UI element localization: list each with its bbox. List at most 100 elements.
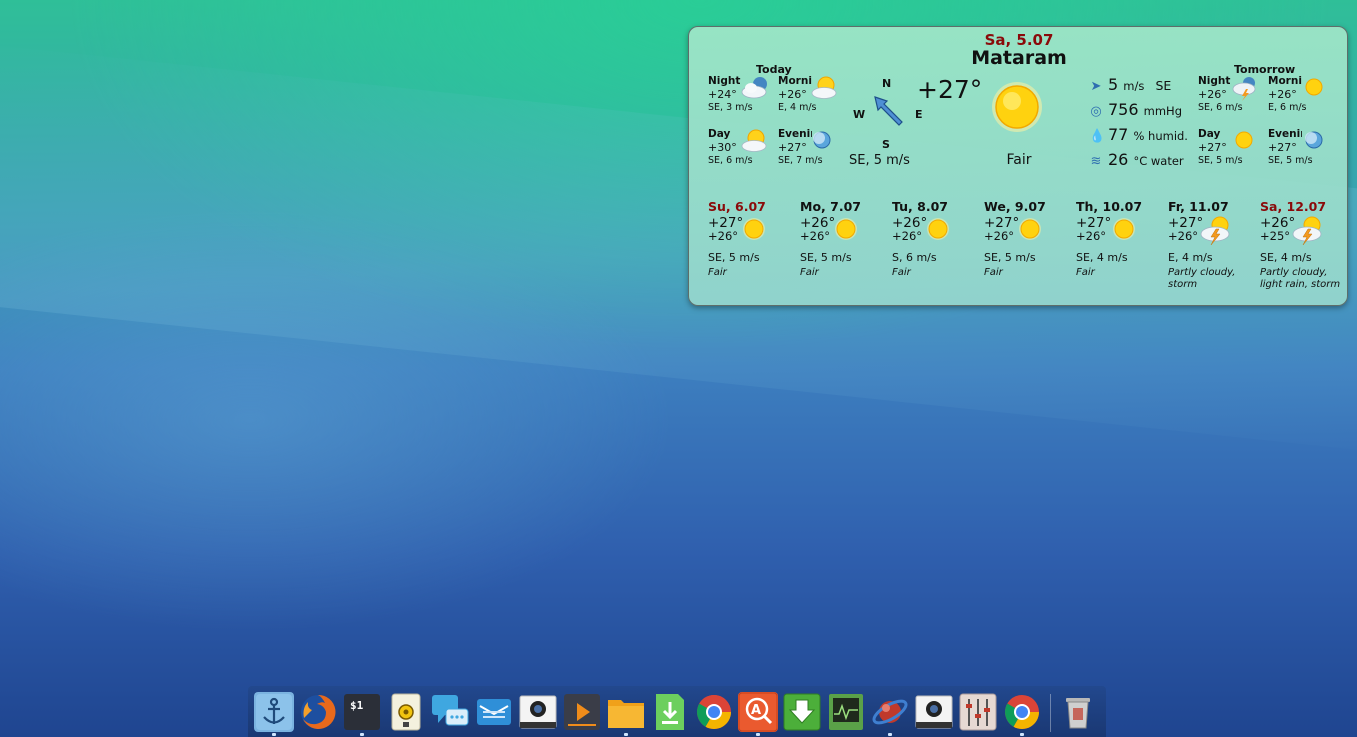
water-value: 26 bbox=[1108, 150, 1129, 169]
svg-text:A: A bbox=[751, 703, 761, 718]
system-monitor-icon[interactable] bbox=[826, 692, 866, 732]
forecast-condition: Fair bbox=[984, 267, 1003, 278]
storm-sun-icon bbox=[1290, 215, 1326, 248]
part-wind: E, 6 m/s bbox=[1268, 102, 1307, 113]
chrome-icon[interactable] bbox=[1002, 692, 1042, 732]
today-evening: Evening +27° SE, 7 m/s bbox=[778, 128, 840, 167]
forecast-condition: Fair bbox=[708, 267, 727, 278]
wind-direction: SE bbox=[1155, 78, 1172, 93]
files-icon[interactable] bbox=[606, 692, 646, 732]
sun-icon bbox=[1112, 217, 1136, 244]
forecast-day: Su, 6.07 +27° +26° SE, 5 m/s Fair bbox=[708, 199, 800, 279]
anchor-icon[interactable] bbox=[254, 692, 294, 732]
browser-orbit-icon[interactable] bbox=[870, 692, 910, 732]
tomorrow-morning: Morning +26° E, 6 m/s bbox=[1268, 75, 1330, 114]
pressure-value: 756 bbox=[1108, 100, 1139, 119]
part-name: Morning bbox=[778, 75, 812, 87]
forecast-day: Tu, 8.07 +26° +26° S, 6 m/s Fair bbox=[892, 199, 984, 279]
mixer-icon[interactable] bbox=[958, 692, 998, 732]
forecast-day: We, 9.07 +27° +26° SE, 5 m/s Fair bbox=[984, 199, 1076, 279]
sun-icon bbox=[834, 217, 858, 244]
sun-icon bbox=[989, 79, 1045, 139]
forecast-wind: SE, 4 m/s bbox=[1260, 251, 1312, 264]
water-waves-icon: ≋ bbox=[1090, 154, 1102, 169]
current-condition: Fair bbox=[1006, 152, 1032, 168]
camera-icon[interactable] bbox=[914, 692, 954, 732]
part-name: Evening bbox=[778, 128, 812, 140]
water-unit: °C water bbox=[1133, 154, 1184, 168]
download-icon[interactable] bbox=[782, 692, 822, 732]
wind-direction-icon: ➤ bbox=[1090, 79, 1102, 94]
running-indicator bbox=[888, 733, 892, 736]
tomorrow-evening: Evening +27° SE, 5 m/s bbox=[1268, 128, 1330, 167]
part-wind: SE, 5 m/s bbox=[1198, 155, 1243, 166]
wind-speed: 5 bbox=[1108, 75, 1119, 94]
firefox-icon[interactable] bbox=[298, 692, 338, 732]
forecast-day-name: Fr, 11.07 bbox=[1168, 199, 1229, 214]
part-wind: SE, 7 m/s bbox=[778, 155, 823, 166]
part-wind: SE, 5 m/s bbox=[1268, 155, 1313, 166]
sun-icon bbox=[1018, 217, 1042, 244]
today-morning: Morning +26° E, 4 m/s bbox=[778, 75, 840, 114]
humidity-stat: 💧 77 % humid. bbox=[1089, 125, 1188, 144]
mail-icon[interactable] bbox=[474, 692, 514, 732]
trash-icon[interactable] bbox=[1058, 692, 1098, 732]
current-temperature: +27° bbox=[917, 75, 983, 104]
forecast-day-name: Tu, 8.07 bbox=[892, 199, 948, 214]
sun-icon bbox=[1304, 77, 1324, 101]
part-temp: +27° bbox=[1198, 141, 1227, 154]
forecast-condition: Fair bbox=[892, 267, 911, 278]
widget-city: Mataram bbox=[971, 47, 1067, 69]
forecast-day-name: Sa, 12.07 bbox=[1260, 199, 1327, 214]
forecast-condition: Fair bbox=[800, 267, 819, 278]
running-indicator bbox=[624, 733, 628, 736]
humidity-value: 77 bbox=[1108, 125, 1129, 144]
forecast-day-name: Th, 10.07 bbox=[1076, 199, 1143, 214]
humidity-unit: % humid. bbox=[1133, 129, 1188, 143]
terminal-icon[interactable]: $1 bbox=[342, 692, 382, 732]
water-stat: ≋ 26 °C water bbox=[1089, 150, 1184, 169]
humidity-drop-icon: 💧 bbox=[1089, 129, 1106, 144]
part-name: Morning bbox=[1268, 75, 1302, 87]
partly-cloudy-icon bbox=[810, 75, 840, 105]
media-center-icon[interactable] bbox=[562, 692, 602, 732]
forecast-condition: Partly cloudy, light rain, storm bbox=[1260, 267, 1341, 290]
forecast-wind: SE, 5 m/s bbox=[984, 251, 1036, 264]
pressure-stat: ◎ 756 mmHg bbox=[1089, 100, 1182, 119]
compass-north: N bbox=[882, 77, 892, 90]
sun-icon bbox=[926, 217, 950, 244]
today-night: Night +24° SE, 3 m/s bbox=[708, 75, 774, 114]
forecast-day: Th, 10.07 +27° +26° SE, 4 m/s Fair bbox=[1076, 199, 1168, 279]
weather-widget[interactable]: Sa, 5.07 Mataram Today Tomorrow Night +2… bbox=[688, 26, 1348, 306]
screenshot-icon[interactable] bbox=[518, 692, 558, 732]
forecast-day: Fr, 11.07 +27° +26° E, 4 m/s Partly clou… bbox=[1168, 199, 1260, 291]
dock-separator bbox=[1050, 694, 1051, 732]
forecast-wind: S, 6 m/s bbox=[892, 251, 937, 264]
sun-icon bbox=[1234, 130, 1254, 154]
forecast-day: Sa, 12.07 +26° +25° SE, 4 m/s Partly clo… bbox=[1260, 199, 1346, 291]
media-player-icon[interactable] bbox=[386, 692, 426, 732]
forecast-condition: Partly cloudy, storm bbox=[1168, 267, 1236, 290]
running-indicator bbox=[360, 733, 364, 736]
forecast-condition: Fair bbox=[1076, 267, 1095, 278]
compass-east: E bbox=[915, 108, 923, 121]
forecast-wind: E, 4 m/s bbox=[1168, 251, 1213, 264]
forecast-day: Mo, 7.07 +26° +26° SE, 5 m/s Fair bbox=[800, 199, 892, 279]
running-indicator bbox=[1020, 733, 1024, 736]
today-day: Day +30° SE, 6 m/s bbox=[708, 128, 774, 167]
forecast-day-name: Mo, 7.07 bbox=[800, 199, 861, 214]
tomorrow-day: Day +27° SE, 5 m/s bbox=[1198, 128, 1264, 167]
pressure-unit: mmHg bbox=[1143, 104, 1182, 118]
forecast-wind: SE, 5 m/s bbox=[708, 251, 760, 264]
compass-south: S bbox=[882, 138, 890, 151]
running-indicator bbox=[756, 733, 760, 736]
forecast-wind: SE, 5 m/s bbox=[800, 251, 852, 264]
moon-icon bbox=[1304, 130, 1324, 154]
chat-icon[interactable] bbox=[430, 692, 470, 732]
installer-icon[interactable] bbox=[650, 692, 690, 732]
forecast-wind: SE, 4 m/s bbox=[1076, 251, 1128, 264]
wind-unit: m/s bbox=[1123, 79, 1145, 93]
pressure-gauge-icon: ◎ bbox=[1090, 104, 1102, 119]
font-viewer-icon[interactable]: A bbox=[738, 692, 778, 732]
chrome-icon[interactable] bbox=[694, 692, 734, 732]
